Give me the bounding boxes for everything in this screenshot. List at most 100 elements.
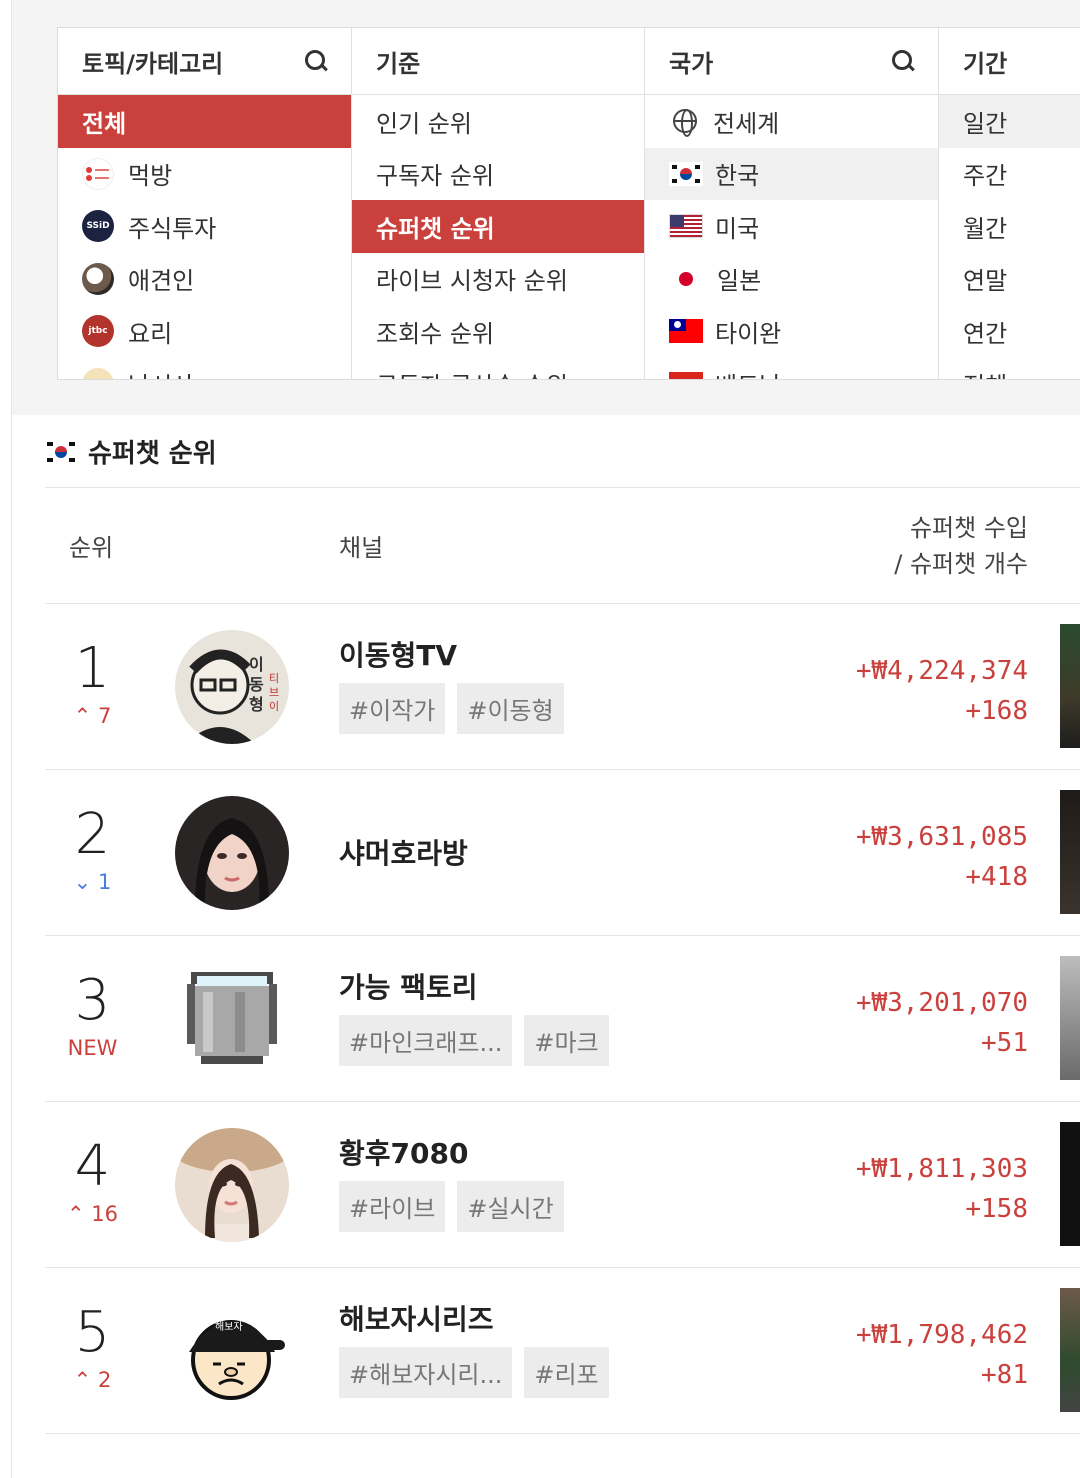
period-item-yearly[interactable]: 연간: [939, 305, 1080, 358]
criteria-item-label: 라이브 시청자 순위: [376, 267, 568, 296]
period-item-year-end[interactable]: 연말: [939, 253, 1080, 306]
video-thumbnail[interactable]: [1060, 624, 1080, 748]
criteria-column: 기준 인기 순위 구독자 순위 슈퍼챗 순위 라이브 시청자 순위 조회수 순위…: [352, 28, 645, 379]
criteria-item-live-viewers[interactable]: 라이브 시청자 순위: [352, 253, 644, 306]
avatar[interactable]: [175, 1128, 289, 1242]
period-item-label: 전체: [963, 366, 1007, 379]
column-rank: 순위: [69, 534, 114, 562]
channel-name[interactable]: 샤머호라방: [339, 832, 468, 872]
topic-item-label: 먹방: [128, 162, 173, 191]
stocks-channel-icon: SSiD: [82, 210, 114, 243]
period-item-all[interactable]: 전체: [939, 358, 1080, 379]
svg-text:형: 형: [249, 695, 264, 714]
criteria-item-label: 인기 순위: [376, 109, 472, 138]
column-count[interactable]: / 슈퍼챗 개수: [894, 544, 1028, 579]
channel-name[interactable]: 해보자시리즈: [339, 1298, 494, 1338]
topic-item-fishing[interactable]: 낚시사: [58, 358, 351, 379]
country-item-usa[interactable]: 미국: [645, 200, 938, 253]
criteria-item-label: 구독자 급상승 순위: [376, 366, 568, 379]
topic-item-mukbang[interactable]: 먹방: [58, 148, 351, 201]
video-thumbnail[interactable]: [1060, 1288, 1080, 1412]
avatar[interactable]: 이동형티브이: [175, 630, 289, 744]
search-icon[interactable]: [305, 50, 327, 72]
topic-item-stocks[interactable]: SSiD 주식투자: [58, 200, 351, 253]
income-value: +₩3,631,085: [855, 822, 1028, 852]
tag[interactable]: #리포: [524, 1347, 609, 1398]
topic-column: 토픽/카테고리 전체 먹방 SSiD 주식투자 애견인 jtbc 요리: [58, 28, 352, 379]
search-icon[interactable]: [892, 50, 914, 72]
topic-item-all[interactable]: 전체: [58, 95, 351, 148]
usa-flag-icon: [669, 214, 703, 239]
period-item-label: 일간: [963, 109, 1008, 138]
table-row[interactable]: 5 ⌃ 2 해보자 해보자시리즈 #해보자시리... #리포 +₩1,798,4…: [45, 1268, 1080, 1434]
criteria-item-subscriber-surge[interactable]: 구독자 급상승 순위: [352, 358, 644, 379]
rank-change: NEW: [67, 1036, 118, 1060]
rank-number: 1: [74, 636, 111, 701]
superchat-amount: +₩1,798,462 +81: [856, 1315, 1028, 1395]
arrow-down-icon: ⌄: [73, 870, 98, 894]
country-item-japan[interactable]: 일본: [645, 253, 938, 306]
criteria-title: 기준: [376, 49, 421, 78]
table-row[interactable]: 2 ⌄ 1 샤머호라방 +₩3,631,085 +418: [45, 770, 1080, 936]
avatar[interactable]: [175, 962, 289, 1076]
tag[interactable]: #실시간: [457, 1181, 564, 1232]
tag-list: #해보자시리... #리포: [339, 1347, 609, 1398]
tag[interactable]: #해보자시리...: [339, 1347, 513, 1398]
period-item-weekly[interactable]: 주간: [939, 148, 1080, 201]
country-item-worldwide[interactable]: 전세계: [645, 95, 938, 148]
ranking-title-row: 슈퍼챗 순위: [46, 433, 217, 470]
avatar[interactable]: 해보자: [175, 1294, 289, 1408]
svg-text:해보자: 해보자: [215, 1320, 243, 1333]
channel-name[interactable]: 가능 팩토리: [339, 966, 478, 1006]
count-value: +418: [965, 862, 1028, 892]
video-thumbnail[interactable]: [1060, 956, 1080, 1080]
tag[interactable]: #이동형: [457, 683, 564, 734]
tag[interactable]: #마크: [524, 1015, 609, 1066]
filter-panel: 토픽/카테고리 전체 먹방 SSiD 주식투자 애견인 jtbc 요리 기준 인…: [12, 0, 1080, 400]
avatar[interactable]: [175, 796, 289, 910]
video-thumbnail[interactable]: [1060, 1122, 1080, 1246]
channel-name[interactable]: 황후7080: [339, 1132, 468, 1172]
income-value: +₩1,811,303: [855, 1154, 1028, 1184]
country-item-korea[interactable]: 한국: [645, 147, 938, 200]
period-title: 기간: [963, 49, 1008, 78]
criteria-item-views[interactable]: 조회수 순위: [352, 305, 644, 358]
tag-list: #마인크래프... #마크: [339, 1015, 609, 1066]
table-row[interactable]: 4 ⌃ 16 황후7080 #라이브 #실시간 +₩1,811,303 +158: [45, 1102, 1080, 1268]
rank-number: 5: [74, 1300, 111, 1365]
tag[interactable]: #라이브: [339, 1181, 446, 1232]
criteria-item-popular[interactable]: 인기 순위: [352, 95, 644, 148]
period-header: 기간: [939, 28, 1080, 95]
left-edge-strip: [0, 0, 12, 1478]
topic-item-cooking[interactable]: jtbc 요리: [58, 305, 351, 358]
criteria-item-superchat[interactable]: 슈퍼챗 순위: [352, 200, 644, 253]
country-item-vietnam[interactable]: ★ 베트남: [645, 358, 938, 379]
video-thumbnail[interactable]: [1060, 790, 1080, 914]
table-row[interactable]: 3 NEW 가능 팩토리 #마인크래프... #마크 +₩3,201,070 +5…: [45, 936, 1080, 1102]
topic-item-dog-lover[interactable]: 애견인: [58, 253, 351, 306]
ranking-section: 슈퍼챗 순위 순위 채널 슈퍼챗 수입 / 슈퍼챗 개수 1 ⌃ 7 이동형티브…: [12, 415, 1080, 1478]
period-item-label: 주간: [963, 162, 1008, 191]
ranking-title: 슈퍼챗 순위: [88, 439, 217, 469]
count-value: +51: [981, 1028, 1028, 1058]
column-income[interactable]: 슈퍼챗 수입: [910, 508, 1028, 543]
tag[interactable]: #이작가: [339, 683, 446, 734]
rank-number: 4: [74, 1134, 111, 1199]
criteria-item-subscribers[interactable]: 구독자 순위: [352, 148, 644, 201]
channel-name[interactable]: 이동형TV: [339, 634, 457, 674]
rank-change: ⌃ 7: [73, 704, 112, 728]
tag[interactable]: #마인크래프...: [339, 1015, 513, 1066]
svg-text:이: 이: [249, 655, 264, 674]
tag-list: #라이브 #실시간: [339, 1181, 564, 1232]
rank-change: ⌃ 16: [66, 1202, 118, 1226]
country-column: 국가 전세계 한국 미국 일본 타이완: [645, 28, 939, 379]
country-item-label: 미국: [715, 214, 760, 243]
period-item-monthly[interactable]: 월간: [939, 200, 1080, 253]
table-header: 순위 채널 슈퍼챗 수입 / 슈퍼챗 개수: [45, 487, 1080, 604]
criteria-item-label: 구독자 순위: [376, 162, 495, 191]
country-item-taiwan[interactable]: 타이완: [645, 305, 938, 358]
country-title: 국가: [669, 49, 714, 78]
period-item-daily[interactable]: 일간: [939, 95, 1080, 148]
table-row[interactable]: 1 ⌃ 7 이동형티브이 이동형TV #이작가 #이동형 +₩4,224,374…: [45, 604, 1080, 770]
country-item-label: 타이완: [715, 319, 782, 348]
